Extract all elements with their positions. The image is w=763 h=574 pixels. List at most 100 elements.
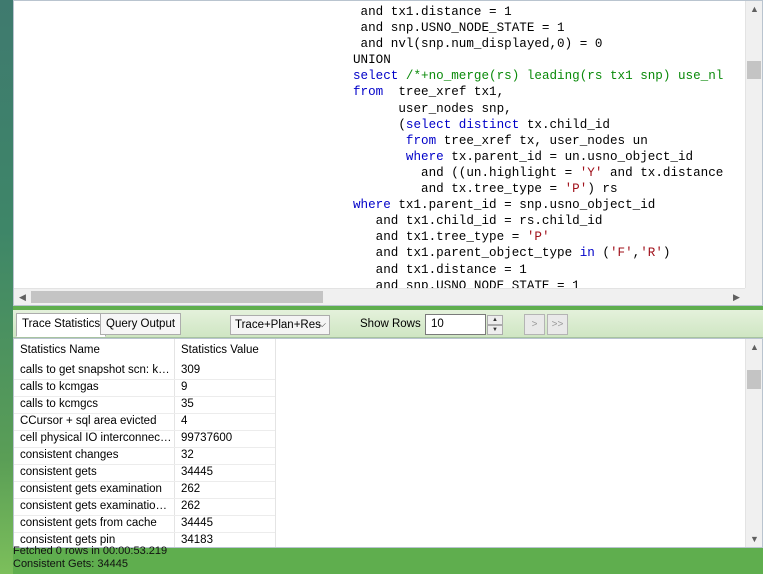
trace-mode-select[interactable]: Trace+Plan+Res ⌵ bbox=[230, 315, 330, 335]
code-line: and snp.USNO_NODE_STATE = 1 bbox=[353, 20, 744, 36]
window-left-edge bbox=[0, 0, 13, 574]
trace-mode-value: Trace+Plan+Res bbox=[235, 319, 321, 331]
statistic-value: 309 bbox=[181, 364, 201, 376]
statistic-name: calls to get snapshot scn: kc... bbox=[20, 364, 172, 376]
statistic-value: 4 bbox=[181, 415, 188, 427]
statistic-value: 35 bbox=[181, 398, 194, 410]
statistic-value: 262 bbox=[181, 483, 201, 495]
code-token: ( bbox=[353, 117, 406, 132]
statistic-name: consistent gets bbox=[20, 466, 97, 478]
table-row[interactable]: consistent gets 34445 bbox=[14, 464, 275, 481]
code-token: 'P' bbox=[564, 182, 588, 197]
table-row[interactable]: consistent gets examination 262 bbox=[14, 481, 275, 498]
spin-up-icon[interactable]: ▲ bbox=[487, 315, 503, 325]
chevron-down-icon: ⌵ bbox=[318, 319, 326, 330]
table-row[interactable]: calls to kcmgcs 35 bbox=[14, 396, 275, 413]
statistic-name: consistent gets examination bbox=[20, 483, 162, 495]
scroll-down-icon[interactable]: ▼ bbox=[746, 531, 762, 547]
code-line: and tx1.parent_object_type in ('F','R') bbox=[353, 245, 744, 261]
code-token: tx1.parent_id = snp.usno_object_id bbox=[398, 198, 656, 213]
code-line: from tree_xref tx, user_nodes un bbox=[353, 133, 744, 149]
last-page-button[interactable]: >> bbox=[547, 314, 568, 335]
editor-vertical-thumb[interactable] bbox=[747, 61, 761, 79]
code-token: from bbox=[353, 85, 391, 100]
statistic-value: 9 bbox=[181, 381, 188, 393]
code-token: where bbox=[353, 198, 399, 213]
editor-horizontal-scrollbar[interactable]: ◀ ▶ bbox=[14, 288, 745, 305]
code-token: and snp.USNO_NODE_STATE = 1 bbox=[353, 21, 565, 36]
editor-vertical-scrollbar[interactable]: ▲ bbox=[745, 1, 762, 290]
table-row[interactable]: consistent gets from cache 34445 bbox=[14, 515, 275, 532]
code-token: and tx.tree_type = bbox=[353, 182, 565, 197]
show-rows-input[interactable]: 10 bbox=[425, 314, 486, 335]
statistic-value: 34445 bbox=[181, 466, 213, 478]
code-line: where tx1.parent_id = snp.usno_object_id bbox=[353, 197, 744, 213]
table-row[interactable]: calls to get snapshot scn: kc... 309 bbox=[14, 362, 275, 379]
table-row[interactable]: consistent changes 32 bbox=[14, 447, 275, 464]
code-token: select distinct bbox=[405, 117, 527, 132]
code-line: and tx.tree_type = 'P') rs bbox=[353, 181, 744, 197]
statistic-value: 34445 bbox=[181, 517, 213, 529]
column-header-name[interactable]: Statistics Name bbox=[20, 339, 172, 361]
scroll-corner bbox=[745, 288, 762, 305]
spin-down-icon[interactable]: ▼ bbox=[487, 325, 503, 335]
column-header-value[interactable]: Statistics Value bbox=[181, 339, 271, 361]
tab-query-output[interactable]: Query Output bbox=[100, 313, 182, 335]
code-token: 'Y' bbox=[579, 165, 603, 180]
code-line: and tx1.tree_type = 'P' bbox=[353, 229, 744, 245]
statistic-name: calls to kcmgcs bbox=[20, 398, 98, 410]
table-row[interactable]: cell physical IO interconnect ... 9973760… bbox=[14, 430, 275, 447]
scroll-up-icon[interactable]: ▲ bbox=[746, 339, 762, 355]
statistic-name: consistent gets from cache bbox=[20, 517, 157, 529]
code-token: ) rs bbox=[587, 182, 618, 197]
editor-horizontal-thumb[interactable] bbox=[31, 291, 323, 303]
sql-editor[interactable]: and tx1.distance = 1 and snp.USNO_NODE_S… bbox=[13, 0, 763, 306]
grid-vertical-scrollbar[interactable]: ▲ ▼ bbox=[745, 339, 762, 547]
code-token: tree_xref tx, user_nodes un bbox=[443, 133, 648, 148]
scroll-left-icon[interactable]: ◀ bbox=[14, 289, 31, 305]
code-token: and tx1.parent_object_type bbox=[353, 246, 580, 261]
code-line: and tx1.distance = 1 bbox=[353, 4, 744, 20]
status-fetched: Fetched 0 rows in 00:00:53.219 bbox=[13, 545, 168, 557]
statistic-name: consistent gets examination ... bbox=[20, 500, 172, 512]
code-line: and nvl(snp.num_displayed,0) = 0 bbox=[353, 36, 744, 52]
code-line: and ((un.highlight = 'Y' and tx.distance bbox=[353, 165, 744, 181]
statistic-name: consistent changes bbox=[20, 449, 119, 461]
code-token: /*+no_merge(rs) leading(rs tx1 snp) use_… bbox=[405, 69, 724, 84]
next-page-button[interactable]: > bbox=[524, 314, 545, 335]
table-row[interactable]: calls to kcmgas 9 bbox=[14, 379, 275, 396]
statistic-value: 262 bbox=[181, 500, 201, 512]
statistics-grid[interactable]: Statistics Name Statistics Value calls t… bbox=[13, 338, 763, 548]
tab-trace-statistics[interactable]: Trace Statistics bbox=[16, 313, 107, 337]
sql-text[interactable]: and tx1.distance = 1 and snp.USNO_NODE_S… bbox=[353, 4, 744, 291]
code-line: select /*+no_merge(rs) leading(rs tx1 sn… bbox=[353, 68, 744, 84]
grid-vertical-thumb[interactable] bbox=[747, 370, 761, 389]
code-token: and tx1.tree_type = bbox=[353, 230, 527, 245]
code-token: in bbox=[579, 246, 595, 261]
code-token: and tx1.child_id = rs.child_id bbox=[353, 214, 603, 229]
code-token: where bbox=[405, 149, 452, 164]
code-line: (select distinct tx.child_id bbox=[353, 117, 744, 133]
code-line: from tree_xref tx1, bbox=[353, 84, 744, 100]
code-token: and tx1.distance = 1 bbox=[353, 262, 527, 277]
statistic-name: CCursor + sql area evicted bbox=[20, 415, 157, 427]
status-consistent-gets: Consistent Gets: 34445 bbox=[13, 558, 128, 570]
code-token: ) bbox=[662, 246, 671, 261]
code-token: and tx.distance bbox=[602, 165, 724, 180]
table-row[interactable]: consistent gets examination ... 262 bbox=[14, 498, 275, 515]
statistic-value: 32 bbox=[181, 449, 194, 461]
statistic-value: 34183 bbox=[181, 534, 213, 546]
code-token: 'P' bbox=[526, 230, 550, 245]
code-line: where tx.parent_id = un.usno_object_id bbox=[353, 149, 744, 165]
table-row[interactable]: CCursor + sql area evicted 4 bbox=[14, 413, 275, 430]
code-token: 'R' bbox=[640, 246, 663, 261]
show-rows-label: Show Rows bbox=[360, 318, 421, 330]
code-token: UNION bbox=[353, 53, 391, 68]
scroll-right-icon[interactable]: ▶ bbox=[728, 289, 745, 305]
code-token: tree_xref tx1, bbox=[390, 85, 505, 100]
code-token: tx.child_id bbox=[526, 117, 610, 132]
scroll-up-icon[interactable]: ▲ bbox=[746, 1, 762, 17]
statistic-value: 99737600 bbox=[181, 432, 233, 444]
